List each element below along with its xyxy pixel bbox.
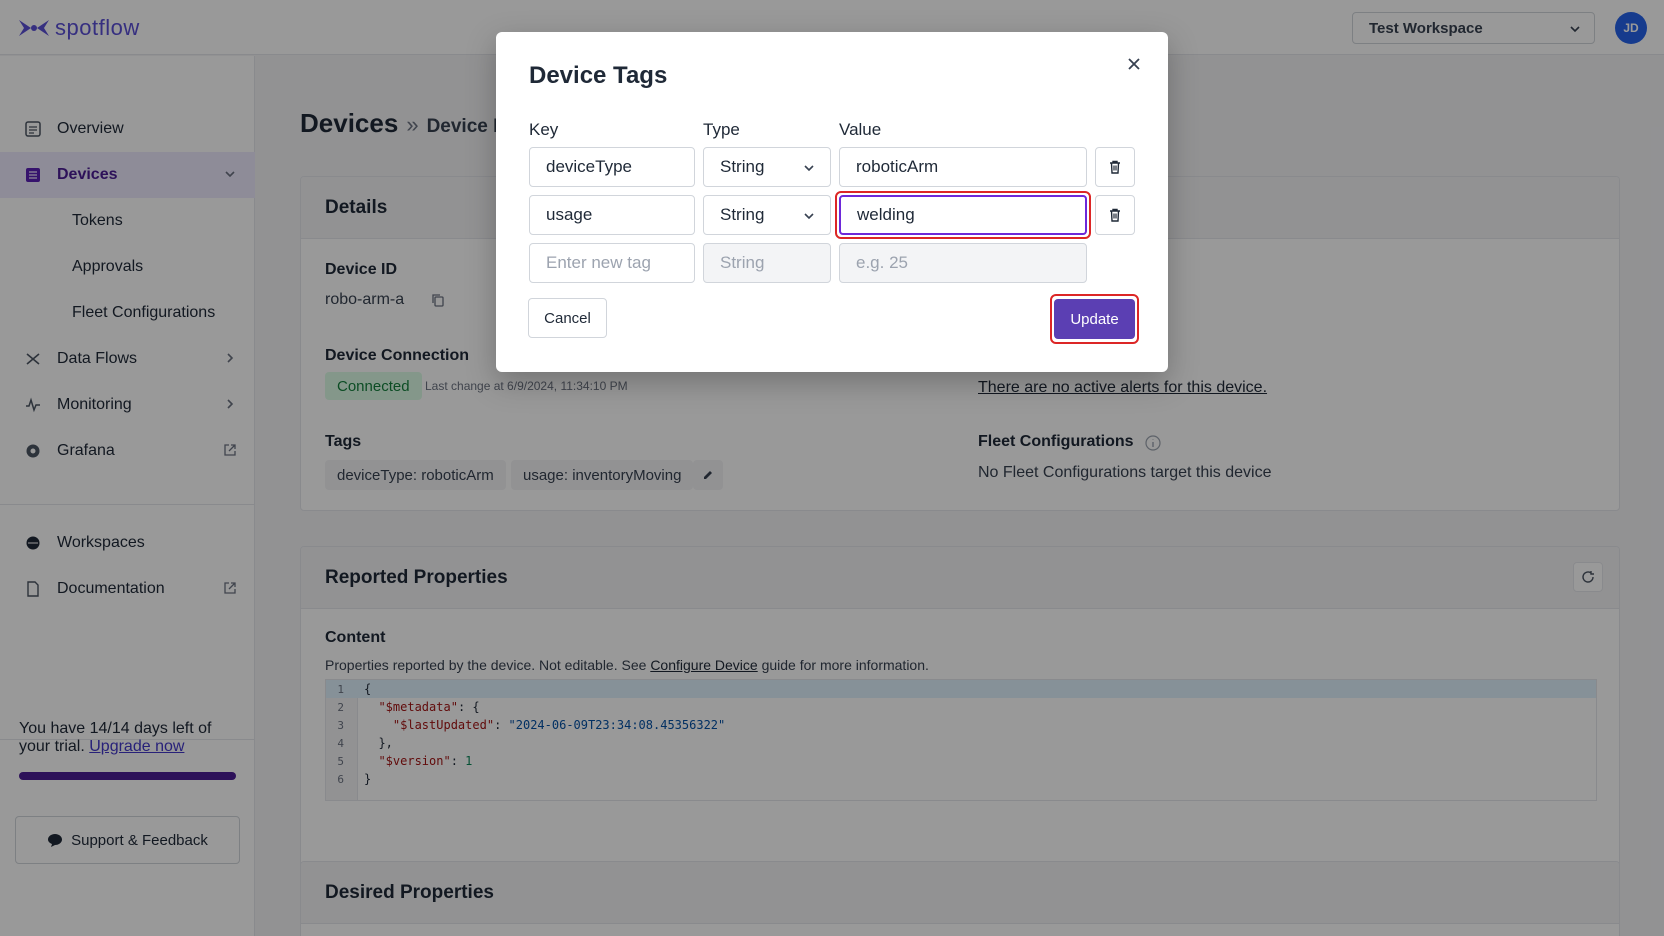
- delete-tag-button[interactable]: [1095, 195, 1135, 235]
- chevron-down-icon: [804, 213, 814, 220]
- close-icon: [1128, 58, 1140, 70]
- tag-type-value: String: [720, 205, 765, 224]
- tag-value-input[interactable]: roboticArm: [839, 147, 1087, 187]
- value-column-label: Value: [839, 120, 882, 139]
- key-column-label: Key: [529, 120, 559, 139]
- type-column-label: Type: [703, 120, 740, 139]
- close-button[interactable]: [1124, 54, 1144, 74]
- chevron-down-icon: [804, 165, 814, 172]
- trash-icon: [1110, 160, 1120, 174]
- trash-icon: [1110, 208, 1120, 222]
- update-button[interactable]: Update: [1054, 299, 1135, 339]
- delete-tag-button[interactable]: [1095, 147, 1135, 187]
- tag-type-value: String: [720, 157, 765, 176]
- new-tag-type-select: String: [703, 243, 831, 283]
- tag-key-input[interactable]: deviceType: [529, 147, 695, 187]
- tag-value-input[interactable]: welding: [839, 195, 1087, 235]
- tag-type-select[interactable]: String: [703, 195, 831, 235]
- new-tag-key-input[interactable]: Enter new tag: [529, 243, 695, 283]
- device-tags-modal: Device Tags Key Type Value deviceType St…: [496, 32, 1168, 372]
- new-tag-value-input: e.g. 25: [839, 243, 1087, 283]
- modal-title: Device Tags: [529, 62, 668, 89]
- tag-type-select[interactable]: String: [703, 147, 831, 187]
- cancel-button[interactable]: Cancel: [528, 298, 607, 338]
- tag-key-input[interactable]: usage: [529, 195, 695, 235]
